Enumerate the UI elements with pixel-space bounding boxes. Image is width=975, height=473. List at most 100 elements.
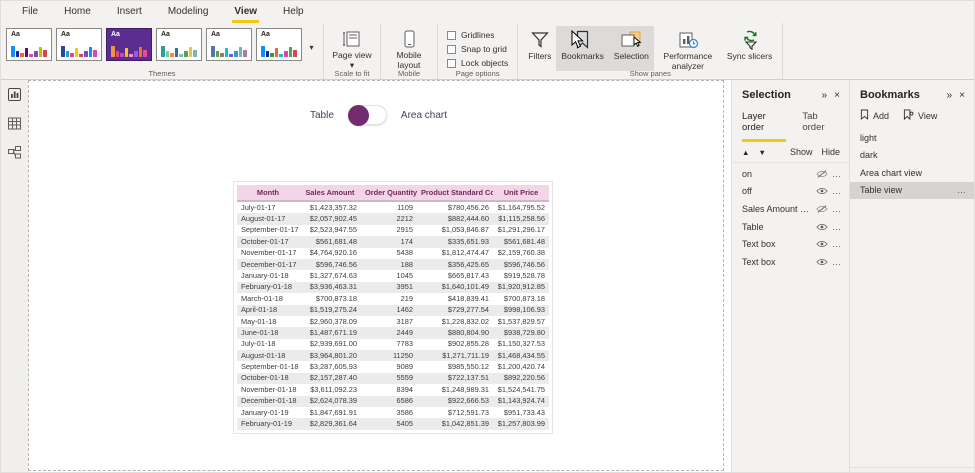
- theme-thumbnail[interactable]: Aa: [6, 28, 52, 61]
- table-cell: $998,106.93: [493, 305, 549, 316]
- selection-button[interactable]: Selection: [609, 26, 654, 71]
- table-row: September-01-17$2,523,947.552915$1,053,8…: [237, 225, 549, 236]
- more-options-button[interactable]: …: [832, 222, 842, 232]
- double-chevron-right-icon[interactable]: »: [822, 90, 828, 101]
- table-cell: $561,681.48: [299, 236, 361, 247]
- double-chevron-right-icon[interactable]: »: [947, 90, 953, 101]
- eye-off-icon[interactable]: [816, 204, 828, 214]
- table-cell: $1,228,832.02: [417, 316, 493, 327]
- add-bookmark-label: Add: [873, 111, 889, 121]
- table-cell: $1,053,846.87: [417, 225, 493, 236]
- palette-bar: [34, 51, 38, 57]
- more-options-button[interactable]: …: [832, 204, 842, 214]
- table-cell: $2,960,378.09: [299, 316, 361, 327]
- selection-layer-item[interactable]: Sales Amount by Mon...…: [732, 200, 849, 218]
- table-cell: $1,423,357.32: [299, 201, 361, 213]
- table-cell: $1,271,711.19: [417, 350, 493, 361]
- table-column-header: Unit Price: [493, 185, 549, 201]
- bookmark-item[interactable]: Table view…: [850, 182, 974, 200]
- more-options-button[interactable]: …: [832, 257, 842, 267]
- menu-item-view[interactable]: View: [221, 1, 270, 23]
- eye-off-icon[interactable]: [816, 169, 828, 179]
- palette-bar: [129, 54, 133, 57]
- theme-thumbnail[interactable]: Aa: [256, 28, 302, 61]
- eye-icon[interactable]: [816, 239, 828, 249]
- table-area-toggle[interactable]: [348, 105, 387, 125]
- table-visual[interactable]: MonthSales AmountOrder QuantityProduct S…: [233, 181, 553, 434]
- palette-bar: [293, 50, 297, 57]
- snap-to-grid-checkbox[interactable]: [447, 45, 456, 54]
- selection-layer-item[interactable]: Text box…: [732, 235, 849, 253]
- move-layer-down-button[interactable]: ▼: [758, 148, 765, 157]
- table-cell: September-01-17: [237, 225, 299, 236]
- more-options-button[interactable]: …: [832, 239, 842, 249]
- palette-bar: [161, 46, 165, 57]
- lock-objects-checkbox[interactable]: [447, 59, 456, 68]
- tab-tab-order[interactable]: Tab order: [802, 111, 839, 142]
- table-cell: $2,624,078.39: [299, 396, 361, 407]
- tab-layer-order[interactable]: Layer order: [742, 111, 786, 142]
- bookmark-item[interactable]: Area chart view: [850, 164, 974, 182]
- arrow-up-icon: ▲: [742, 148, 749, 157]
- show-all-button[interactable]: Show: [790, 147, 813, 157]
- table-cell: 3187: [361, 316, 417, 327]
- menu-item-modeling[interactable]: Modeling: [155, 1, 222, 23]
- more-options-button[interactable]: …: [832, 186, 842, 196]
- data-view-button[interactable]: [7, 118, 23, 134]
- theme-thumbnail[interactable]: Aa: [106, 28, 152, 61]
- theme-aa-label: Aa: [161, 31, 170, 38]
- menu-item-home[interactable]: Home: [51, 1, 104, 23]
- palette-bar: [61, 46, 65, 57]
- palette-bar: [16, 51, 20, 57]
- eye-icon[interactable]: [816, 257, 828, 267]
- page-options-group-label: Page options: [438, 69, 517, 78]
- themes-dropdown-button[interactable]: ▾: [305, 26, 318, 68]
- palette-bar: [20, 53, 24, 57]
- theme-thumbnail[interactable]: Aa: [56, 28, 102, 61]
- eye-icon[interactable]: [816, 186, 828, 196]
- selection-layer-item[interactable]: on…: [732, 165, 849, 183]
- mobile-layout-button[interactable]: Mobile layout: [386, 26, 432, 70]
- ribbon-group-scale-to-fit: Page view ▾ Scale to fit: [324, 23, 381, 79]
- table-cell: $880,804.90: [417, 327, 493, 338]
- theme-thumbnail[interactable]: Aa: [206, 28, 252, 61]
- view-bookmarks-button[interactable]: View: [903, 109, 937, 122]
- bookmark-item-label: Area chart view: [860, 168, 967, 178]
- selection-layer-item[interactable]: off…: [732, 183, 849, 201]
- hide-all-button[interactable]: Hide: [821, 147, 840, 157]
- table-cell: $596,746.56: [299, 259, 361, 270]
- filters-button[interactable]: Filters: [523, 26, 556, 71]
- toggle-knob[interactable]: [348, 105, 369, 126]
- show-panes-buttons: FiltersBookmarksSelectionPerformance ana…: [523, 26, 777, 71]
- gridlines-checkbox[interactable]: [447, 31, 456, 40]
- page-view-button[interactable]: Page view ▾: [329, 26, 375, 70]
- bookmark-item[interactable]: light: [850, 129, 974, 147]
- selection-layer-item[interactable]: Table…: [732, 218, 849, 236]
- close-icon[interactable]: ×: [959, 90, 965, 101]
- more-options-button[interactable]: …: [832, 169, 842, 179]
- close-icon[interactable]: ×: [834, 90, 840, 101]
- bookmark-item[interactable]: dark: [850, 147, 974, 165]
- sync-slicers-button[interactable]: Sync slicers: [722, 26, 777, 71]
- selection-layer-item[interactable]: Text box…: [732, 253, 849, 271]
- ribbon-group-page-options: GridlinesSnap to gridLock objects Page o…: [438, 23, 518, 79]
- theme-thumbnail[interactable]: Aa: [156, 28, 202, 61]
- chevron-down-icon: ▾: [309, 43, 313, 52]
- view-switcher-sidebar: [1, 80, 28, 473]
- palette-bar: [89, 47, 93, 57]
- report-view-button[interactable]: [7, 89, 23, 105]
- report-canvas[interactable]: Table Area chart MonthSales AmountOrder …: [28, 80, 731, 473]
- bookmarks-icon: [575, 29, 590, 51]
- table-cell: June-01-18: [237, 327, 299, 338]
- menu-item-insert[interactable]: Insert: [104, 1, 155, 23]
- bookmarks-button[interactable]: Bookmarks: [556, 26, 609, 71]
- more-options-button[interactable]: …: [957, 185, 967, 195]
- palette-bar: [166, 51, 170, 57]
- model-view-button[interactable]: [7, 147, 23, 163]
- menu-item-help[interactable]: Help: [270, 1, 317, 23]
- menu-item-file[interactable]: File: [9, 1, 51, 23]
- move-layer-up-button[interactable]: ▲: [742, 148, 749, 157]
- performance-analyzer-button[interactable]: Performance analyzer: [654, 26, 722, 71]
- eye-icon[interactable]: [816, 222, 828, 232]
- add-bookmark-button[interactable]: Add: [860, 109, 889, 122]
